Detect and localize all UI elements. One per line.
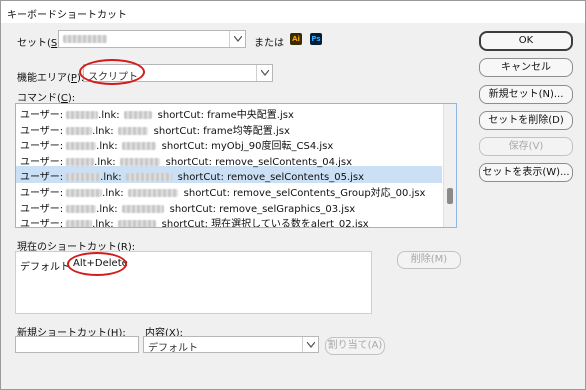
redacted-text: [66, 157, 95, 166]
command-ext-label: .lnk:: [96, 203, 118, 215]
command-ext-label: .lnk:: [98, 110, 120, 121]
illustrator-icon[interactable]: Ai: [290, 33, 302, 45]
save-button[interactable]: 保存(V): [479, 137, 573, 156]
chevron-down-icon: [229, 31, 245, 47]
dialog-title: キーボードショートカット: [7, 10, 127, 21]
command-name: shortCut: frame中央配置.jsx: [157, 110, 294, 121]
command-ext-label: .lnk:: [92, 125, 114, 137]
redacted-text: [66, 173, 101, 182]
command-name: shortCut: remove_selGraphics_03.jsx: [169, 203, 356, 215]
redacted-text: [117, 126, 148, 135]
new-set-button[interactable]: 新規セット(N)...: [479, 85, 573, 104]
command-user-label: ユーザー:: [20, 203, 64, 215]
redacted-text: [66, 204, 97, 213]
redacted-text: [123, 111, 152, 119]
scrollbar-thumb[interactable]: [447, 188, 453, 204]
shortcut-context: デフォルト: [20, 262, 70, 273]
redacted-text: [119, 157, 160, 166]
new-shortcut-input[interactable]: [15, 336, 139, 353]
redacted-text: [66, 189, 103, 197]
redacted-text: [125, 173, 172, 182]
redacted-text: [127, 189, 178, 197]
command-name: shortCut: 現在選択している数をalert_02.jsx: [161, 219, 369, 228]
command-row[interactable]: ユーザー: .lnk: shortCut: frame中央配置.jsx: [16, 104, 442, 121]
assign-button[interactable]: 割り当て(A): [325, 337, 385, 355]
or-label: または: [254, 38, 284, 49]
chevron-down-icon: [256, 65, 272, 81]
command-row[interactable]: ユーザー: .lnk: shortCut: remove_selContents_0…: [16, 166, 442, 184]
command-user-label: ユーザー:: [20, 172, 64, 184]
keyboard-shortcuts-dialog: キーボードショートカット セット(S): または Ai Ps 機能エリア(P):…: [0, 0, 586, 390]
highlight-ring: [79, 59, 145, 85]
command-name: shortCut: frame均等配置.jsx: [153, 125, 290, 137]
command-name: shortCut: remove_selContents_04.jsx: [165, 156, 353, 168]
ok-button[interactable]: OK: [479, 31, 573, 51]
command-user-label: ユーザー:: [20, 110, 64, 121]
vertical-scrollbar[interactable]: [443, 104, 456, 227]
commands-label: コマンド(C):: [17, 93, 76, 104]
title-bar: キーボードショートカット: [1, 1, 585, 23]
command-row[interactable]: ユーザー: .lnk: shortCut: remove_selGraphics_0…: [16, 198, 442, 215]
command-ext-label: .lnk:: [102, 188, 124, 199]
command-ext-label: .lnk:: [92, 219, 114, 228]
command-ext-label: .lnk:: [94, 156, 116, 168]
show-set-button[interactable]: セットを表示(W)...: [479, 163, 573, 182]
chevron-down-icon: [302, 337, 318, 352]
photoshop-icon[interactable]: Ps: [310, 33, 322, 45]
command-row[interactable]: ユーザー: .lnk: shortCut: remove_selContents_0…: [16, 151, 442, 168]
content-value: デフォルト: [148, 343, 198, 354]
redacted-text: [117, 220, 156, 227]
command-user-label: ユーザー:: [20, 125, 64, 137]
command-user-label: ユーザー:: [20, 141, 64, 153]
remove-shortcut-button[interactable]: 削除(M): [397, 251, 461, 269]
command-user-label: ユーザー:: [20, 188, 64, 199]
set-value-redacted: [63, 34, 107, 45]
redacted-text: [66, 111, 99, 119]
content-dropdown[interactable]: デフォルト: [143, 336, 319, 354]
command-name: shortCut: myObj_90度回転_CS4.jsx: [161, 141, 334, 153]
command-row[interactable]: ユーザー: .lnk: shortCut: frame均等配置.jsx: [16, 120, 442, 137]
cancel-button[interactable]: キャンセル: [479, 58, 573, 77]
highlight-ring: [67, 252, 127, 276]
command-name: shortCut: remove_selContents_05.jsx: [177, 172, 365, 184]
redacted-text: [66, 220, 93, 227]
set-dropdown[interactable]: [58, 30, 246, 48]
redacted-text: [66, 142, 97, 151]
delete-set-button[interactable]: セットを削除(D): [479, 111, 573, 130]
command-ext-label: .lnk:: [100, 172, 122, 184]
redacted-text: [121, 204, 164, 213]
commands-list[interactable]: ユーザー: .lnk: shortCut: 現在選択している数をalert_02.j…: [15, 103, 457, 228]
command-ext-label: .lnk:: [96, 141, 118, 153]
command-name: shortCut: remove_selContents_Group対応_00.…: [183, 188, 426, 199]
command-user-label: ユーザー:: [20, 156, 64, 168]
area-label: 機能エリア(P):: [17, 73, 85, 84]
command-row[interactable]: ユーザー: .lnk: shortCut: 現在選択している数をalert_02.j…: [16, 213, 442, 228]
redacted-text: [121, 142, 156, 151]
command-row[interactable]: ユーザー: .lnk: shortCut: remove_selContents_G…: [16, 182, 442, 199]
command-user-label: ユーザー:: [20, 219, 64, 228]
redacted-text: [66, 126, 93, 135]
command-row[interactable]: ユーザー: .lnk: shortCut: myObj_90度回転_CS4.jsx: [16, 135, 442, 152]
